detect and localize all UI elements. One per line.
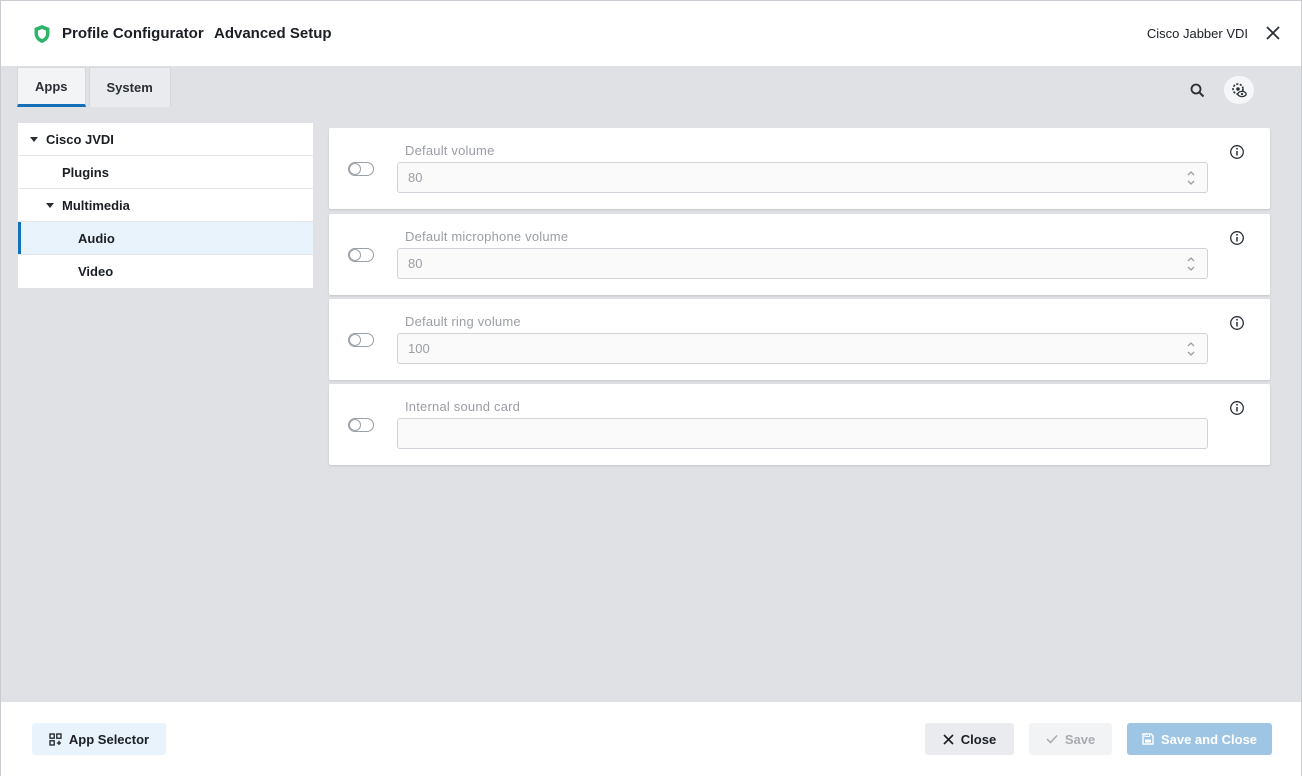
product-name: Cisco Jabber VDI xyxy=(1146,26,1248,41)
tree-item-label: Video xyxy=(78,264,114,279)
field-label: Default microphone volume xyxy=(405,229,569,244)
spinner-icon[interactable] xyxy=(1185,167,1197,189)
tree-item-multimedia[interactable]: Multimedia xyxy=(18,189,313,222)
close-button[interactable]: Close xyxy=(925,723,1014,755)
enable-toggle[interactable] xyxy=(348,333,374,347)
spinner-icon[interactable] xyxy=(1185,253,1197,275)
field-label: Default volume xyxy=(405,143,495,158)
spinner-icon[interactable] xyxy=(1185,338,1197,360)
app-selector-icon xyxy=(49,732,62,746)
header: Profile Configurator Advanced Setup Cisc… xyxy=(1,1,1301,66)
enable-toggle[interactable] xyxy=(348,418,374,432)
save-button[interactable]: Save xyxy=(1029,723,1112,755)
app-selector-button[interactable]: App Selector xyxy=(32,723,166,755)
tree-item-audio[interactable]: Audio xyxy=(18,222,313,255)
setting-default-volume: Default volume 80 xyxy=(329,128,1270,209)
settings-eye-icon xyxy=(1232,83,1247,98)
search-icon[interactable] xyxy=(1189,82,1207,100)
info-icon[interactable] xyxy=(1229,144,1245,160)
enable-toggle[interactable] xyxy=(348,162,374,176)
info-icon[interactable] xyxy=(1229,315,1245,331)
save-label: Save xyxy=(1064,731,1096,747)
setting-default-microphone-volume: Default microphone volume 80 xyxy=(329,214,1270,295)
input-value: 80 xyxy=(408,256,423,271)
setting-internal-sound-card: Internal sound card xyxy=(329,384,1270,465)
close-label: Close xyxy=(960,731,997,747)
app-tree: Cisco JVDI Plugins Multimedia Audio Vide… xyxy=(18,123,313,288)
close-icon xyxy=(943,733,954,745)
page-title: Advanced Setup xyxy=(214,25,332,42)
default-microphone-volume-input[interactable]: 80 xyxy=(397,248,1208,279)
tree-item-label: Cisco JVDI xyxy=(46,131,114,147)
settings-view-button[interactable] xyxy=(1224,76,1254,104)
save-and-close-label: Save and Close xyxy=(1160,731,1258,747)
tree-item-cisco-jvdi[interactable]: Cisco JVDI xyxy=(18,123,313,156)
shield-logo-icon xyxy=(34,25,50,43)
input-value: 80 xyxy=(408,170,423,185)
app-title: Profile Configurator xyxy=(62,25,204,42)
caret-down-icon[interactable] xyxy=(30,136,38,142)
app-selector-label: App Selector xyxy=(68,731,150,747)
tree-item-label: Audio xyxy=(78,230,115,246)
save-icon xyxy=(1142,733,1154,745)
internal-sound-card-input[interactable] xyxy=(397,418,1208,449)
save-and-close-button[interactable]: Save and Close xyxy=(1127,723,1272,755)
tree-item-label: Plugins xyxy=(62,164,109,180)
info-icon[interactable] xyxy=(1229,230,1245,246)
tree-item-video[interactable]: Video xyxy=(18,255,313,288)
close-icon[interactable] xyxy=(1265,25,1281,41)
tree-item-plugins[interactable]: Plugins xyxy=(18,156,313,189)
field-label: Default ring volume xyxy=(405,314,521,329)
field-label: Internal sound card xyxy=(405,399,521,414)
input-value: 100 xyxy=(408,341,430,356)
tab-bar: Apps System xyxy=(17,67,174,107)
info-icon[interactable] xyxy=(1229,400,1245,416)
caret-down-icon[interactable] xyxy=(46,202,54,208)
setting-default-ring-volume: Default ring volume 100 xyxy=(329,299,1270,380)
tree-item-label: Multimedia xyxy=(62,197,130,213)
profile-configurator-window: Profile Configurator Advanced Setup Cisc… xyxy=(0,0,1302,776)
default-volume-input[interactable]: 80 xyxy=(397,162,1208,193)
default-ring-volume-input[interactable]: 100 xyxy=(397,333,1208,364)
tab-system[interactable]: System xyxy=(88,67,171,107)
footer: App Selector Close Save Save and Close xyxy=(1,702,1301,776)
enable-toggle[interactable] xyxy=(348,248,374,262)
tab-apps[interactable]: Apps xyxy=(17,67,86,107)
check-icon xyxy=(1046,734,1058,744)
